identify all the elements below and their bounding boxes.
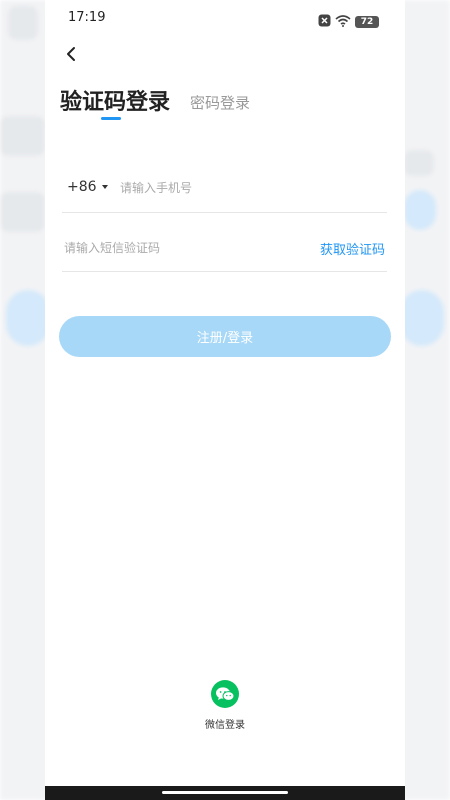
wechat-login-label: 微信登录 [205, 720, 245, 731]
login-screen: 17:19 72 验证码登录 密码登录 +86 请输入手机号 请输入短信验证码 … [45, 0, 405, 800]
background-ghost-block [404, 190, 436, 230]
chevron-left-icon [65, 46, 77, 66]
wechat-icon [211, 680, 239, 708]
register-login-label: 注册/登录 [196, 331, 254, 346]
country-code-selector[interactable]: +86 [67, 179, 108, 195]
login-tabs: 验证码登录 密码登录 [60, 84, 250, 120]
home-indicator[interactable] [162, 791, 288, 794]
background-ghost-button [400, 290, 444, 346]
notification-x-icon [318, 12, 331, 31]
status-time: 17:19 [68, 10, 106, 25]
tab-password-login-label: 密码登录 [190, 94, 251, 112]
tab-sms-login-label: 验证码登录 [60, 90, 171, 115]
phone-field: +86 [62, 168, 387, 213]
background-ghost-block [404, 150, 434, 176]
country-code: +86 [67, 179, 97, 195]
register-login-button[interactable]: 注册/登录 [59, 316, 391, 357]
tab-sms-login[interactable]: 验证码登录 [60, 84, 171, 120]
system-navigation-bar [45, 786, 405, 800]
tab-password-login[interactable]: 密码登录 [190, 92, 250, 116]
background-ghost-block [0, 192, 45, 232]
wifi-icon [335, 12, 351, 31]
get-code-button[interactable]: 获取验证码 [320, 239, 385, 258]
status-icons: 72 [318, 12, 379, 31]
code-field: 获取验证码 [62, 228, 387, 272]
sms-code-input[interactable] [64, 239, 264, 257]
background-ghost-block [0, 116, 45, 156]
active-tab-indicator [101, 117, 121, 120]
background-ghost-block [8, 6, 38, 40]
wechat-login-button[interactable]: 微信登录 [200, 680, 250, 731]
back-button[interactable] [59, 44, 83, 68]
phone-input[interactable] [120, 179, 370, 197]
caret-down-icon [101, 185, 108, 189]
background-ghost-button [6, 290, 50, 346]
battery-icon: 72 [355, 15, 379, 28]
battery-level: 72 [360, 16, 374, 27]
status-bar: 17:19 72 [45, 0, 405, 38]
